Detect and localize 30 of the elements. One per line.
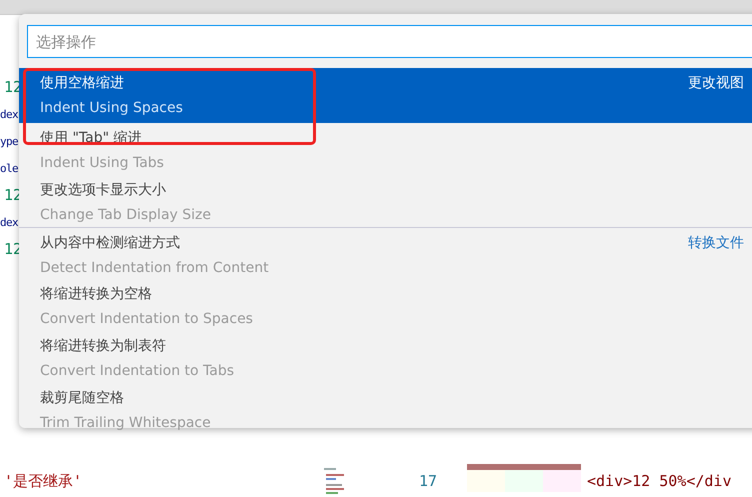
group-label: 更改视图: [688, 74, 744, 93]
command-item[interactable]: 裁剪尾随空格 Trim Trailing Whitespace: [19, 383, 752, 435]
command-detail: Detect Indentation from Content: [40, 259, 269, 278]
minimap-drawing: [324, 468, 344, 494]
code-text: dex: [0, 107, 18, 123]
code-text: ype: [0, 134, 18, 150]
command-input[interactable]: 选择操作: [27, 25, 752, 58]
command-item[interactable]: 更改选项卡显示大小 Change Tab Display Size: [19, 175, 752, 227]
command-detail: Trim Trailing Whitespace: [40, 414, 211, 433]
command-label: 从内容中检测缩进方式: [40, 234, 181, 253]
command-label: 更改选项卡显示大小: [40, 181, 167, 200]
code-text: ole: [0, 161, 18, 177]
command-item[interactable]: 使用空格缩进 Indent Using Spaces 更改视图: [19, 68, 752, 123]
command-detail: Convert Indentation to Spaces: [40, 310, 253, 329]
command-item[interactable]: 将缩进转换为制表符 Convert Indentation to Tabs: [19, 331, 752, 383]
command-detail: Indent Using Tabs: [40, 154, 164, 173]
command-detail: Change Tab Display Size: [40, 206, 211, 225]
command-item[interactable]: 从内容中检测缩进方式 Detect Indentation from Content 转换文件: [19, 227, 752, 279]
command-label: 使用空格缩进: [40, 74, 125, 93]
command-label: 裁剪尾随空格: [40, 389, 125, 408]
command-item[interactable]: 将缩进转换为空格 Convert Indentation to Spaces: [19, 279, 752, 331]
command-label: 将缩进转换为空格: [40, 285, 153, 304]
command-detail: Indent Using Spaces: [40, 99, 183, 118]
command-label: 将缩进转换为制表符: [40, 337, 167, 356]
code-text: <div>12 50%</div: [587, 472, 732, 490]
command-detail: Convert Indentation to Tabs: [40, 362, 234, 381]
group-label: 转换文件: [688, 234, 744, 253]
code-text: dex: [0, 215, 18, 231]
line-number: 17: [419, 472, 438, 490]
code-text: '是否继承': [4, 472, 82, 490]
